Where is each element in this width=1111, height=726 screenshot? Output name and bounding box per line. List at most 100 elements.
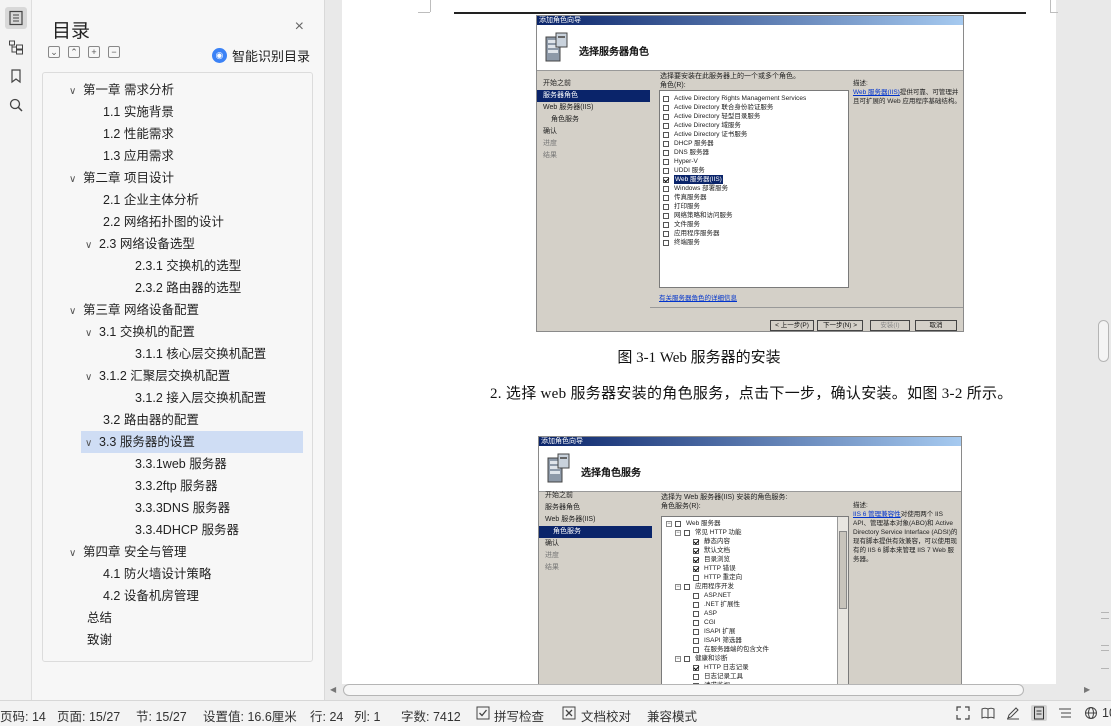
service-item[interactable]: 在服务器端的包含文件: [666, 645, 848, 654]
service-item[interactable]: HTTP 日志记录: [666, 663, 848, 672]
toc-item[interactable]: 2.2 网络拓扑图的设计: [103, 211, 224, 233]
role-item[interactable]: Web 服务器(IIS): [663, 175, 848, 184]
service-checkbox[interactable]: [693, 619, 699, 626]
collapse-icon[interactable]: −: [666, 520, 672, 527]
toc-item[interactable]: 3.3.2ftp 服务器: [135, 475, 218, 497]
toc-item[interactable]: 3.1.1 核心层交换机配置: [135, 343, 266, 365]
role-checkbox[interactable]: [663, 104, 669, 111]
outline-view-icon[interactable]: [1057, 705, 1073, 721]
service-item[interactable]: ISAPI 扩展: [666, 627, 848, 636]
service-checkbox[interactable]: [693, 610, 699, 617]
nav-step[interactable]: Web 服务器(IIS): [539, 514, 652, 526]
toc-item[interactable]: 致谢: [87, 629, 112, 651]
role-checkbox[interactable]: [663, 176, 669, 183]
smart-toc-button[interactable]: ◉ 智能识别目录: [211, 46, 310, 65]
horizontal-scroll-thumb[interactable]: [343, 684, 1024, 696]
toc-item[interactable]: ∨ 3.1 交换机的配置: [85, 321, 195, 343]
service-checkbox[interactable]: [693, 664, 699, 671]
zoom-level[interactable]: 100%: [1102, 706, 1111, 720]
chevron-down-icon[interactable]: ∨: [85, 235, 99, 257]
service-checkbox[interactable]: [693, 538, 699, 545]
status-pages[interactable]: 页面: 15/27: [57, 706, 120, 725]
service-item[interactable]: HTTP 错误: [666, 564, 848, 573]
role-checkbox[interactable]: [663, 239, 669, 246]
more-info-link[interactable]: 有关服务器角色的详细信息: [659, 292, 737, 302]
nav-step-active[interactable]: 服务器角色: [537, 90, 650, 102]
chevron-down-icon[interactable]: ∨: [69, 169, 83, 191]
tree-scrollbar[interactable]: [837, 517, 848, 684]
document-page[interactable]: 添加角色向导 选择服务器角色 开始之前 服务器角色 Web 服务器(IIS) 角…: [342, 0, 1058, 684]
role-checkbox[interactable]: [663, 149, 669, 156]
scroll-right-icon[interactable]: ▶: [1084, 685, 1090, 694]
chevron-down-icon[interactable]: ∨: [85, 367, 99, 389]
status-page-num[interactable]: 页码: 14: [0, 706, 46, 725]
bookmark-icon[interactable]: [5, 65, 27, 87]
spell-check-button[interactable]: 拼写检查: [494, 706, 544, 725]
service-item[interactable]: CGI: [666, 618, 848, 627]
service-checkbox[interactable]: [693, 601, 699, 608]
role-item[interactable]: DNS 服务器: [663, 148, 848, 157]
status-words[interactable]: 字数: 7412: [401, 706, 461, 725]
role-item[interactable]: 打印服务: [663, 202, 848, 211]
spell-check-icon[interactable]: [475, 705, 491, 721]
toc-item-selected[interactable]: ∨ 3.3 服务器的设置: [81, 431, 303, 453]
service-checkbox[interactable]: [693, 574, 699, 581]
toc-item[interactable]: ∨ 第三章 网络设备配置: [69, 299, 199, 321]
status-setting[interactable]: 设置值: 16.6厘米: [203, 706, 297, 725]
collapse-icon[interactable]: −: [675, 583, 681, 590]
toc-icon[interactable]: [4, 7, 27, 29]
toc-item[interactable]: 1.3 应用需求: [103, 145, 174, 167]
role-checkbox[interactable]: [663, 113, 669, 120]
toc-item[interactable]: ∨ 2.3 网络设备选型: [85, 233, 195, 255]
web-view-icon[interactable]: [1083, 705, 1099, 721]
toc-item[interactable]: 3.2 路由器的配置: [103, 409, 199, 431]
role-checkbox[interactable]: [663, 194, 669, 201]
proofread-icon[interactable]: [561, 705, 577, 721]
service-checkbox[interactable]: [684, 529, 690, 536]
service-checkbox[interactable]: [693, 556, 699, 563]
role-checkbox[interactable]: [663, 95, 669, 102]
cancel-button[interactable]: 取消: [915, 320, 957, 331]
toc-item[interactable]: 3.3.1web 服务器: [135, 453, 227, 475]
status-col[interactable]: 列: 1: [354, 706, 380, 725]
scroll-left-icon[interactable]: ◀: [330, 685, 336, 694]
close-icon[interactable]: ×: [295, 18, 304, 36]
collapse-icon[interactable]: −: [675, 655, 681, 662]
toc-item[interactable]: 总结: [87, 607, 112, 629]
service-checkbox[interactable]: [693, 673, 699, 680]
service-checkbox[interactable]: [693, 565, 699, 572]
nav-step[interactable]: 确认: [539, 538, 652, 550]
edit-pen-icon[interactable]: [1005, 705, 1021, 721]
expand-up-icon[interactable]: ⌃: [68, 46, 80, 58]
service-item[interactable]: ASP: [666, 609, 848, 618]
role-item[interactable]: 终端服务: [663, 238, 848, 247]
remove-heading-icon[interactable]: −: [108, 46, 120, 58]
service-item[interactable]: 静态内容: [666, 537, 848, 546]
toc-item[interactable]: 2.1 企业主体分析: [103, 189, 199, 211]
toc-item[interactable]: ∨ 第一章 需求分析: [69, 79, 174, 101]
nav-step-active[interactable]: 角色服务: [539, 526, 652, 538]
service-checkbox[interactable]: [693, 592, 699, 599]
status-row[interactable]: 行: 24: [310, 706, 343, 725]
role-item[interactable]: Hyper-V: [663, 157, 848, 166]
service-item[interactable]: − 应用程序开发: [666, 582, 848, 591]
role-checkbox[interactable]: [663, 203, 669, 210]
toc-item[interactable]: 4.2 设备机房管理: [103, 585, 199, 607]
service-checkbox[interactable]: [684, 583, 690, 590]
nav-step[interactable]: Web 服务器(IIS): [537, 102, 650, 114]
prev-button[interactable]: < 上一步(P): [770, 320, 814, 331]
role-checkbox[interactable]: [663, 212, 669, 219]
role-item[interactable]: 传真服务器: [663, 193, 848, 202]
toc-item[interactable]: ∨ 3.1.2 汇聚层交换机配置: [85, 365, 230, 387]
collapse-icon[interactable]: −: [675, 529, 681, 536]
role-checkbox[interactable]: [663, 140, 669, 147]
roles-listbox[interactable]: Active Directory Rights Management Servi…: [659, 90, 849, 288]
toc-item[interactable]: 1.1 实施背景: [103, 101, 174, 123]
service-checkbox[interactable]: [693, 547, 699, 554]
desc-link[interactable]: IIS 6 管理兼容性: [853, 511, 901, 518]
role-item[interactable]: 文件服务: [663, 220, 848, 229]
page-view-icon[interactable]: [1031, 705, 1047, 721]
role-item[interactable]: UDDI 服务: [663, 166, 848, 175]
service-item[interactable]: HTTP 重定向: [666, 573, 848, 582]
service-item[interactable]: 默认文档: [666, 546, 848, 555]
